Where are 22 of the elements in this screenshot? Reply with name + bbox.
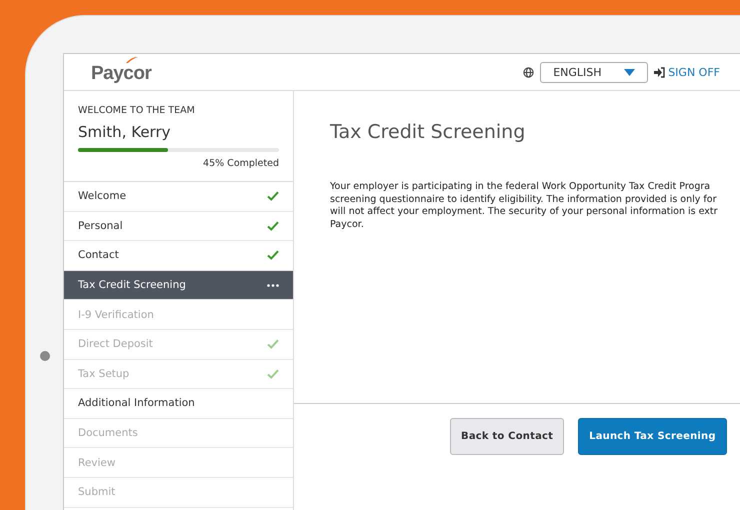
paragraph-line: screening questionnaire to identify eligibility. The information provided is only for [330, 194, 718, 206]
launch-button[interactable]: Launch Tax Screening [578, 418, 727, 455]
globe-icon [523, 66, 534, 78]
paragraph-line: will not affect your employment. The security of your personal information is extr [330, 206, 719, 218]
step-item[interactable]: Personal [64, 212, 293, 242]
logo: Paycor [91, 59, 152, 85]
sign-in-arrow-icon [654, 66, 666, 78]
sign-off-link[interactable]: SIGN OFF [654, 66, 720, 78]
step-item[interactable]: Welcome [64, 182, 293, 212]
back-button[interactable]: Back to Contact [450, 418, 564, 455]
step-item[interactable]: Additional Information [64, 389, 293, 419]
caret-icon [624, 68, 636, 76]
swoosh-icon [125, 56, 139, 64]
employee-name: Smith, Kerry [78, 123, 172, 141]
language-select[interactable]: ENGLISH [540, 62, 648, 82]
progress-label: 45% Completed [202, 158, 279, 169]
page-title: Tax Credit Screening [330, 121, 526, 143]
paragraph-line: Paycor. [330, 218, 365, 231]
paragraph-line: Your employer is participating in the federal Work Opportunity Tax Credit Progra [330, 181, 712, 194]
step-item[interactable]: Tax Credit Screening [64, 270, 293, 300]
home-button-icon [40, 351, 50, 361]
greeting-label: WELCOME TO THE TEAM [78, 105, 196, 116]
